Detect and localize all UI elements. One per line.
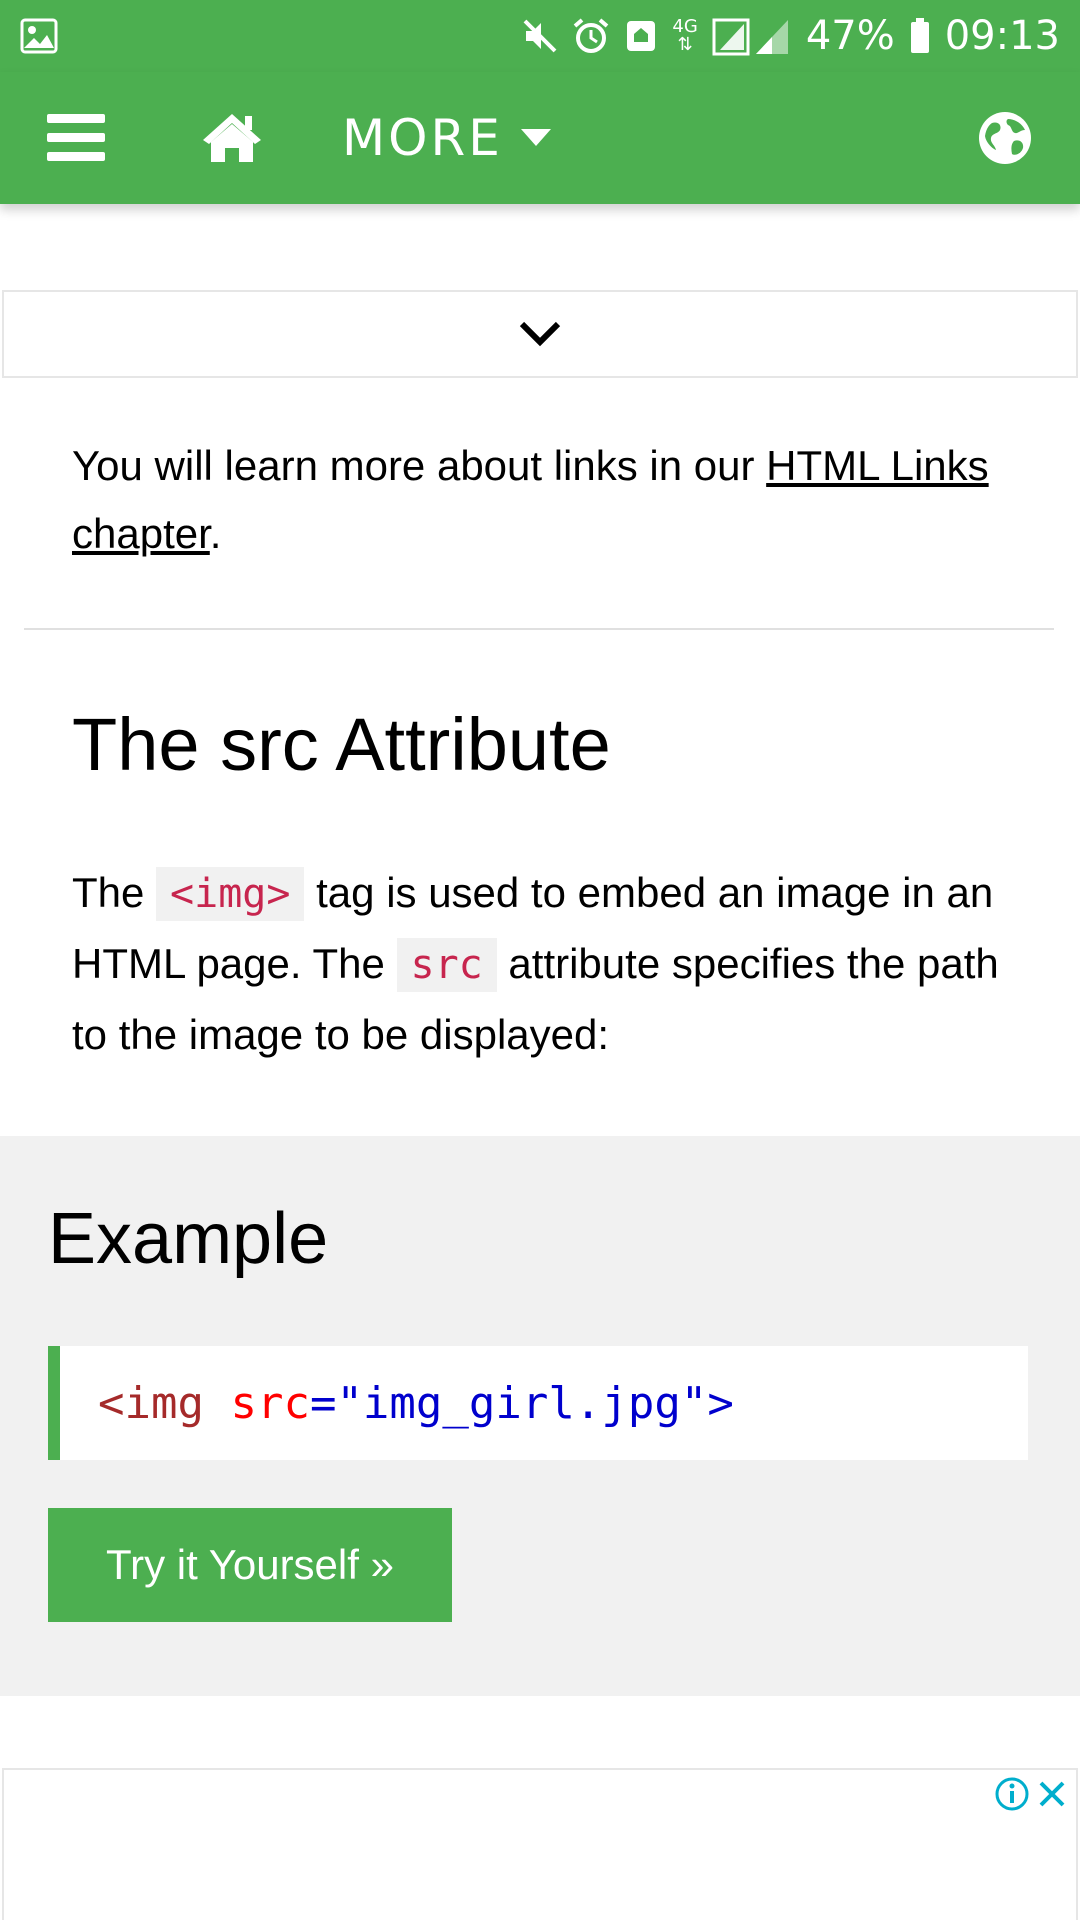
example-title: Example: [48, 1199, 329, 1279]
status-bar: 4G ⇅ 47% 09:13: [0, 0, 1080, 72]
globe-button[interactable]: [978, 72, 1032, 204]
code-tag-open: <img: [98, 1377, 204, 1429]
para1-text: You will learn more about links in our: [72, 442, 767, 489]
nfc-icon: [624, 18, 658, 54]
divider: [24, 628, 1054, 630]
menu-button[interactable]: [0, 72, 152, 204]
gallery-icon: [20, 18, 58, 54]
chevron-down-icon: [519, 321, 561, 347]
signal-icon: [712, 16, 792, 56]
inline-code-src: src: [396, 938, 497, 992]
more-dropdown-button[interactable]: MORE: [312, 72, 551, 204]
caret-down-icon: [520, 129, 551, 146]
more-label: MORE: [342, 109, 503, 167]
inline-code-img: <img>: [156, 867, 305, 921]
mute-icon: [522, 18, 558, 54]
example-box: Example <img src = "img_girl.jpg" > Try it …: [0, 1136, 1080, 1696]
info-icon[interactable]: [994, 1776, 1030, 1817]
alarm-icon: [572, 17, 610, 55]
code-eq: =: [309, 1377, 337, 1429]
code-snippet: <img src = "img_girl.jpg" >: [48, 1346, 1028, 1460]
network-type: 4G ⇅: [672, 18, 697, 54]
clock: 09:13: [944, 13, 1060, 59]
battery-icon: [909, 17, 931, 55]
code-tag-close: >: [707, 1377, 734, 1429]
links-paragraph: You will learn more about links in our H…: [72, 432, 1012, 568]
home-icon: [203, 114, 261, 162]
menu-icon: [47, 114, 105, 161]
ad-banner: [2, 1768, 1078, 1920]
para2-text-a: The: [72, 869, 157, 916]
code-attr: src: [203, 1377, 310, 1429]
para1-end: .: [209, 510, 222, 557]
close-icon[interactable]: [1034, 1776, 1070, 1817]
expand-toggle[interactable]: [2, 290, 1078, 378]
code-value: "img_girl.jpg": [336, 1377, 708, 1429]
src-description-paragraph: The <img> tag is used to embed an image …: [72, 858, 1032, 1069]
battery-percent: 47%: [805, 13, 895, 59]
top-navigation: MORE: [0, 72, 1080, 204]
try-it-yourself-button[interactable]: Try it Yourself »: [48, 1508, 452, 1622]
home-button[interactable]: [152, 72, 312, 204]
data-arrows-icon: ⇅: [677, 34, 693, 55]
section-heading: The src Attribute: [72, 703, 611, 786]
globe-icon: [979, 112, 1031, 164]
